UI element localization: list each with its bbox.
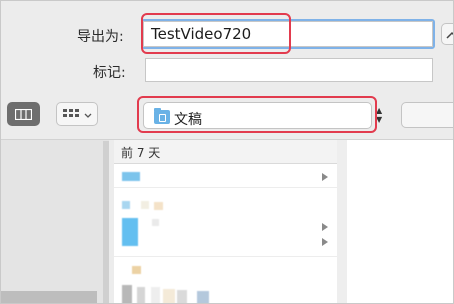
disclosure-arrow-icon <box>322 223 328 231</box>
disclosure-arrow-icon <box>322 173 328 181</box>
sidebar-scrollbar[interactable] <box>103 141 109 303</box>
list-item-text-blurred <box>177 290 187 303</box>
tags-input[interactable] <box>145 58 433 82</box>
column-view-icon <box>15 109 32 120</box>
grid-view-button[interactable] <box>56 102 98 126</box>
row-separator <box>114 256 337 257</box>
save-dialog: 导出为: TestVideo720 标记: 文稿 ▲ ▼ 前 7 天 <box>0 0 454 304</box>
list-item-icon-blurred <box>122 201 130 209</box>
column-resize-handle[interactable] <box>337 140 347 303</box>
list-item-text-blurred <box>141 201 149 209</box>
search-field[interactable] <box>401 102 453 128</box>
list-item-text-blurred <box>163 289 175 303</box>
section-header: 前 7 天 <box>114 140 337 164</box>
column-view-button[interactable] <box>7 102 40 126</box>
list-item-icon-blurred <box>122 172 140 181</box>
row-separator <box>114 187 337 188</box>
sidebar <box>1 140 109 303</box>
browser-column <box>114 140 337 303</box>
list-item-text-blurred <box>154 202 163 210</box>
location-highlight-box <box>137 96 377 133</box>
filename-highlight-box <box>141 13 291 54</box>
chevron-down-icon <box>84 113 92 118</box>
expand-dialog-button[interactable] <box>441 23 453 45</box>
list-item-icon-blurred <box>122 218 138 246</box>
list-item-text-blurred <box>137 287 145 303</box>
list-item-icon-blurred <box>132 266 141 274</box>
list-item-icon-blurred <box>122 285 132 303</box>
list-item-text-blurred <box>151 287 160 303</box>
list-item-text-blurred <box>152 219 159 226</box>
export-as-label: 导出为: <box>77 29 124 45</box>
sidebar-item-blurred[interactable] <box>1 291 97 303</box>
section-header-label: 前 7 天 <box>121 146 161 160</box>
grid-view-icon <box>63 109 79 117</box>
browser-column-2 <box>347 140 453 303</box>
disclosure-arrow-icon <box>322 238 328 246</box>
chevron-up-icon <box>446 31 453 39</box>
list-item-text-blurred <box>197 291 209 303</box>
tags-label: 标记: <box>93 65 126 81</box>
